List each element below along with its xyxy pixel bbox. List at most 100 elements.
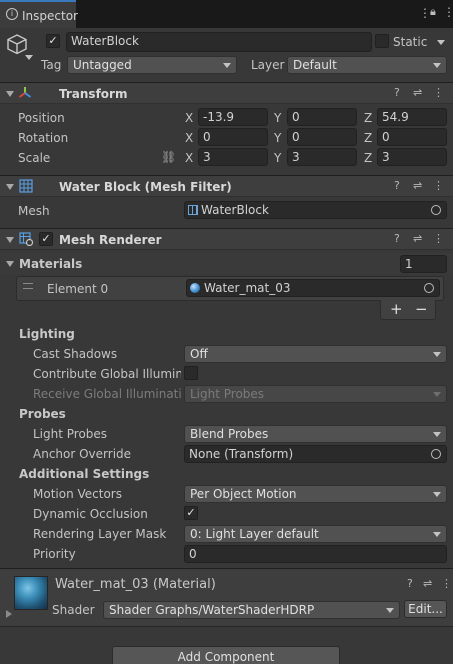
priority-label: Priority <box>33 547 76 561</box>
transform-title: Transform <box>59 87 128 101</box>
motion-vectors-dropdown[interactable]: Per Object Motion <box>184 485 447 503</box>
z-axis-label: Z <box>364 111 373 125</box>
name-field[interactable]: WaterBlock <box>66 32 372 52</box>
mesh-asset-icon <box>188 205 198 215</box>
dynamic-occlusion-label: Dynamic Occlusion <box>33 507 148 521</box>
list-footer <box>380 300 436 320</box>
object-picker-icon[interactable] <box>424 283 434 293</box>
caret-icon <box>433 532 441 537</box>
foldout-arrow-icon[interactable] <box>6 184 14 190</box>
help-icon[interactable]: ? <box>394 232 400 245</box>
add-component-button[interactable]: Add Component <box>112 646 340 664</box>
probes-label[interactable]: Probes <box>19 407 66 421</box>
context-menu-icon[interactable]: ⋮ <box>433 232 444 245</box>
rotation-y-field[interactable]: 0 <box>287 128 357 146</box>
rendering-layer-mask-dropdown[interactable]: 0: Light Layer default <box>184 525 447 543</box>
preset-icon[interactable]: ⇌ <box>413 86 422 99</box>
scale-label: Scale <box>18 151 51 165</box>
transform-icon <box>18 86 32 100</box>
light-probes-value: Blend Probes <box>190 427 269 441</box>
light-probes-dropdown[interactable]: Blend Probes <box>184 425 447 443</box>
scale-y-field[interactable]: 3 <box>287 148 357 166</box>
receive-gi-label: Receive Global Illuminatio <box>33 387 181 401</box>
caret-icon <box>223 63 231 68</box>
foldout-arrow-icon[interactable] <box>6 91 14 97</box>
anchor-override-value: None (Transform) <box>189 447 294 461</box>
object-picker-icon[interactable] <box>431 449 441 459</box>
materials-foldout-icon[interactable] <box>6 261 14 267</box>
context-menu-icon[interactable]: ⋮ <box>441 577 452 590</box>
element-0-value: Water_mat_03 <box>204 281 291 295</box>
preset-icon[interactable]: ⇌ <box>413 179 422 192</box>
help-icon[interactable]: ? <box>407 577 413 590</box>
material-preview-thumbnail <box>14 576 48 610</box>
tab-inspector[interactable]: i Inspector <box>0 0 78 28</box>
object-picker-icon[interactable] <box>431 205 441 215</box>
element-0-object-field[interactable]: Water_mat_03 <box>186 279 440 297</box>
tag-value: Untagged <box>73 58 132 72</box>
remove-element-button[interactable]: − <box>415 302 428 317</box>
mesh-object-field[interactable]: WaterBlock <box>184 201 447 219</box>
z-axis-label: Z <box>364 151 373 165</box>
help-icon[interactable]: ? <box>394 179 400 192</box>
foldout-arrow-icon[interactable] <box>6 237 14 243</box>
drag-handle-icon[interactable] <box>23 283 33 289</box>
context-menu-icon[interactable]: ⋮ <box>433 86 444 99</box>
x-axis-label: X <box>185 111 194 125</box>
constrain-proportions-icon[interactable]: ⛓︎ <box>161 150 176 164</box>
material-foldout-icon[interactable] <box>6 610 12 618</box>
active-checkbox[interactable]: ✓ <box>46 34 60 48</box>
mesh-value: WaterBlock <box>201 203 269 217</box>
light-probes-label: Light Probes <box>33 427 108 441</box>
scale-z-field[interactable]: 3 <box>377 148 447 166</box>
icon-dropdown-caret[interactable] <box>25 55 33 60</box>
static-checkbox[interactable] <box>375 34 389 48</box>
motion-vectors-value: Per Object Motion <box>190 487 297 501</box>
layer-dropdown[interactable]: Default <box>287 56 447 74</box>
anchor-override-field[interactable]: None (Transform) <box>184 445 447 463</box>
materials-count-field[interactable]: 1 <box>400 255 447 273</box>
static-label: Static <box>393 35 428 49</box>
mesh-renderer-title: Mesh Renderer <box>59 233 162 247</box>
rendering-layer-mask-label: Rendering Layer Mask <box>33 527 167 541</box>
mesh-filter-title: Water Block (Mesh Filter) <box>59 180 232 194</box>
z-axis-label: Z <box>364 131 373 145</box>
receive-gi-dropdown: Light Probes <box>184 385 447 403</box>
edit-shader-button[interactable]: Edit... <box>404 600 447 618</box>
cast-shadows-dropdown[interactable]: Off <box>184 345 447 363</box>
additional-settings-label[interactable]: Additional Settings <box>19 467 149 481</box>
lighting-label[interactable]: Lighting <box>19 327 75 341</box>
shader-label: Shader <box>52 603 95 617</box>
shader-dropdown[interactable]: Shader Graphs/WaterShaderHDRP <box>103 601 400 619</box>
position-y-field[interactable]: 0 <box>287 108 357 126</box>
contribute-gi-checkbox[interactable] <box>184 366 198 380</box>
help-icon[interactable]: ? <box>394 86 400 99</box>
rotation-z-field[interactable]: 0 <box>377 128 447 146</box>
cast-shadows-label: Cast Shadows <box>33 347 118 361</box>
more-options-icon[interactable]: ⋮ <box>443 5 453 19</box>
tag-dropdown[interactable]: Untagged <box>67 56 237 74</box>
mesh-renderer-enabled-checkbox[interactable]: ✓ <box>39 232 53 246</box>
preset-icon[interactable]: ⇌ <box>423 577 432 590</box>
cast-shadows-value: Off <box>190 347 208 361</box>
scale-x-field[interactable]: 3 <box>198 148 268 166</box>
rotation-label: Rotation <box>18 131 69 145</box>
rotation-x-field[interactable]: 0 <box>198 128 268 146</box>
add-element-button[interactable]: + <box>390 302 403 317</box>
motion-vectors-label: Motion Vectors <box>33 487 122 501</box>
receive-gi-value: Light Probes <box>190 387 265 401</box>
static-dropdown-caret[interactable] <box>437 40 445 45</box>
mesh-label: Mesh <box>18 204 50 218</box>
dynamic-occlusion-checkbox[interactable]: ✓ <box>184 506 198 520</box>
layer-value: Default <box>293 58 337 72</box>
mesh-renderer-icon <box>19 232 34 247</box>
position-z-field[interactable]: 54.9 <box>377 108 447 126</box>
context-menu-icon[interactable]: ⋮ <box>433 179 444 192</box>
gameobject-icon <box>6 33 28 55</box>
position-x-field[interactable]: -13.9 <box>198 108 268 126</box>
lock-icon[interactable]: 🔒︎ <box>430 5 436 19</box>
caret-icon <box>386 608 394 613</box>
priority-field[interactable]: 0 <box>184 545 447 563</box>
rendering-layer-mask-value: 0: Light Layer default <box>190 527 319 541</box>
preset-icon[interactable]: ⇌ <box>413 232 422 245</box>
